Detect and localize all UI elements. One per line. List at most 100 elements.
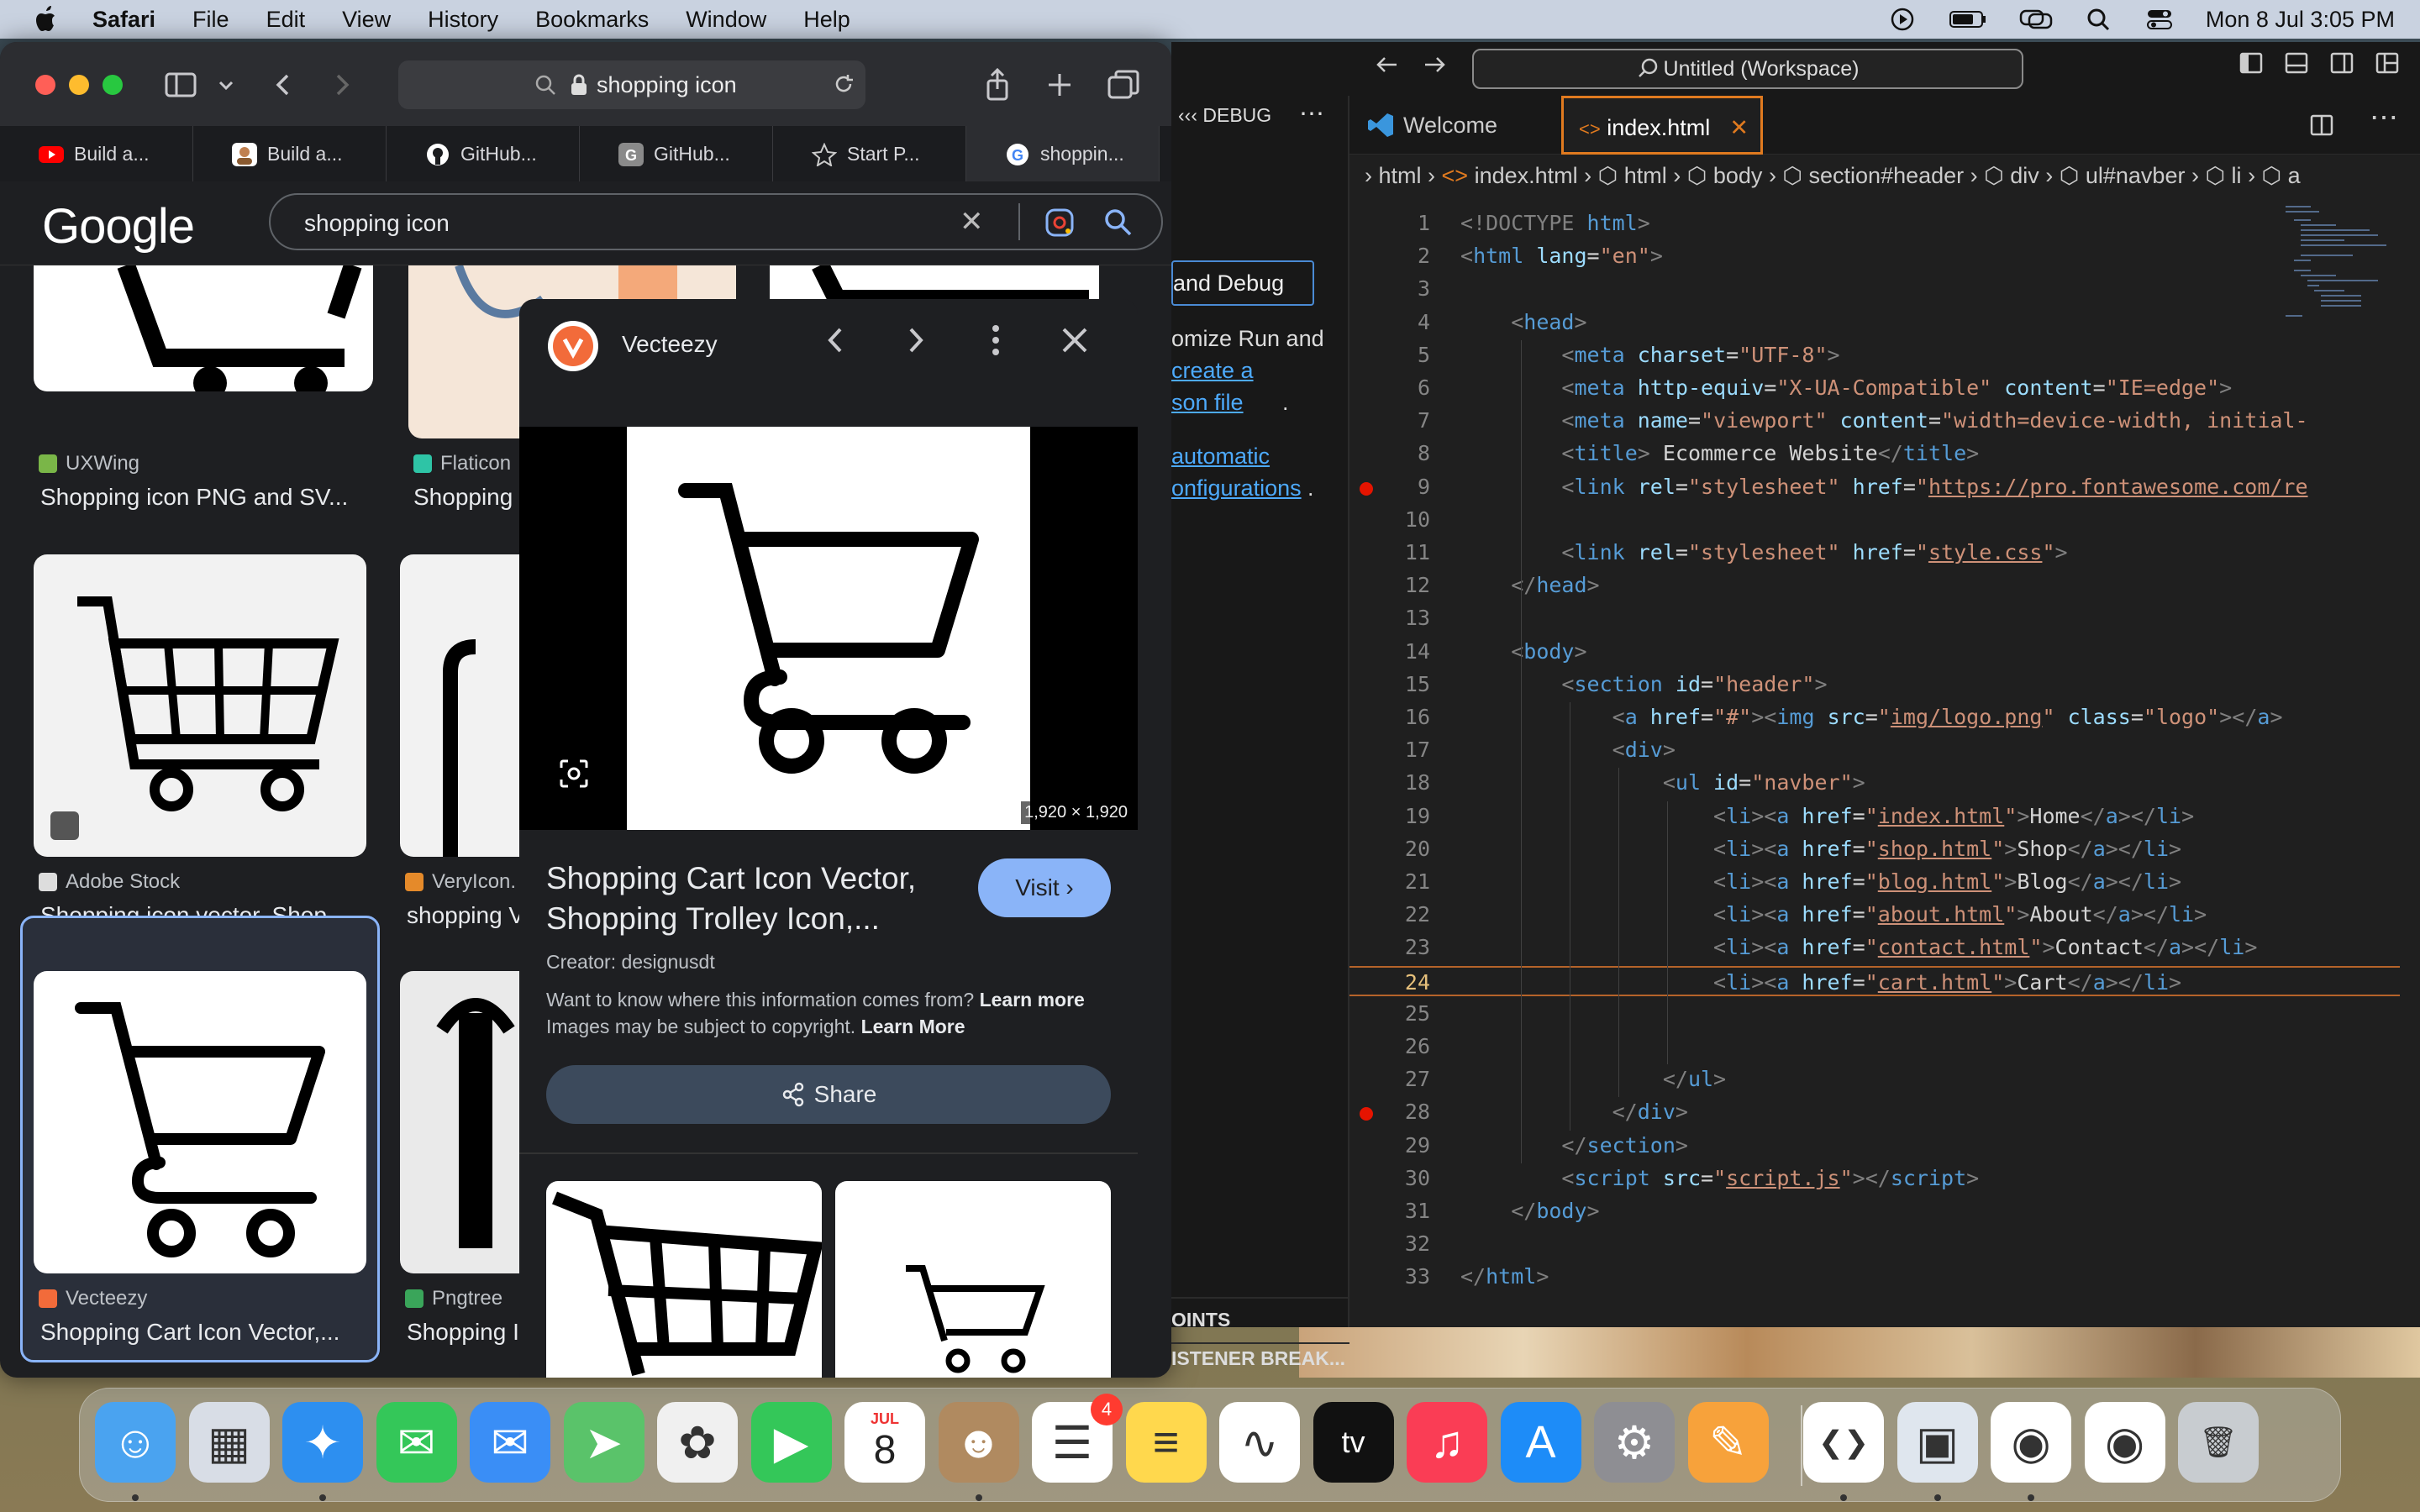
code-editor[interactable]: 1 <!DOCTYPE html> 2 <html lang="en"> 3 4 <hea… xyxy=(1349,197,2420,1327)
toggle-secondary-sidebar-icon[interactable] xyxy=(2329,50,2354,76)
tab-welcome[interactable]: Welcome xyxy=(1349,96,1558,155)
freeform-icon[interactable]: ∿ xyxy=(1219,1402,1300,1483)
result-title-pngtree[interactable]: Shopping I xyxy=(407,1319,519,1346)
forward-arrow-icon[interactable] xyxy=(323,66,361,104)
result-title-vecteezy[interactable]: Shopping Cart Icon Vector,... xyxy=(40,1319,339,1346)
google-logo[interactable]: Google xyxy=(42,198,195,255)
code-line[interactable]: 10 xyxy=(1349,505,2400,535)
sidebar-toggle-icon[interactable] xyxy=(161,66,200,104)
reload-icon[interactable] xyxy=(832,72,855,96)
visual-search-icon[interactable] xyxy=(556,756,592,791)
close-tab-icon[interactable]: ✕ xyxy=(1729,98,1749,157)
code-line[interactable]: 11 <link rel="stylesheet" href="style.cs… xyxy=(1349,538,2400,568)
play-status-icon[interactable] xyxy=(1888,8,1917,31)
tab-start-page[interactable]: Start P... xyxy=(773,126,966,181)
result-source-uxwing[interactable]: UXWing xyxy=(39,452,139,475)
code-line[interactable]: 31 </body> xyxy=(1349,1196,2400,1226)
menu-file[interactable]: File xyxy=(192,7,229,33)
code-line[interactable]: 20 <li><a href="shop.html">Shop</a></li> xyxy=(1349,834,2400,864)
breadcrumb-item[interactable]: › ⬡ section#header xyxy=(1769,163,1964,188)
tab-index-html[interactable]: <> index.html ✕ xyxy=(1561,96,1763,155)
facetime-icon[interactable]: ▶ xyxy=(750,1402,832,1483)
toggle-panel-icon[interactable] xyxy=(2284,50,2309,76)
visit-button[interactable]: Visit › xyxy=(978,858,1111,917)
learn-more-copyright-link[interactable]: Learn More xyxy=(861,1016,965,1037)
new-tab-plus-icon[interactable] xyxy=(1040,66,1079,104)
spotlight-search-icon[interactable] xyxy=(2085,8,2113,31)
code-line[interactable]: 30 <script src="script.js"></script> xyxy=(1349,1163,2400,1194)
tab-github-2[interactable]: G GitHub... xyxy=(580,126,773,181)
code-line[interactable]: 26 xyxy=(1349,1032,2400,1062)
tab-build-2[interactable]: Build a... xyxy=(193,126,387,181)
related-image-1[interactable] xyxy=(546,1181,822,1378)
result-thumb-pngtree[interactable] xyxy=(400,971,534,1273)
breadcrumb-item[interactable]: › html xyxy=(1365,163,1422,188)
code-line[interactable]: 1 <!DOCTYPE html> xyxy=(1349,208,2400,239)
result-source-vecteezy[interactable]: Vecteezy xyxy=(39,1287,147,1310)
result-source-pngtree[interactable]: Pngtree xyxy=(405,1287,502,1310)
menu-clock[interactable]: Mon 8 Jul 3:05 PM xyxy=(2206,7,2395,33)
learn-more-link[interactable]: Learn more xyxy=(980,989,1085,1011)
code-line[interactable]: 22 <li><a href="about.html">About</a></l… xyxy=(1349,900,2400,930)
breadcrumb-item[interactable]: › ⬡ ul#navber xyxy=(2045,163,2185,188)
code-line[interactable]: 25 xyxy=(1349,999,2400,1029)
code-line[interactable]: 17 <div> xyxy=(1349,735,2400,765)
code-line[interactable]: 3 xyxy=(1349,274,2400,304)
menu-history[interactable]: History xyxy=(428,7,498,33)
pages-icon[interactable]: ✎ xyxy=(1687,1402,1769,1483)
previous-image-icon[interactable] xyxy=(815,319,857,361)
code-line[interactable]: 21 <li><a href="blog.html">Blog</a></li> xyxy=(1349,867,2400,897)
code-line[interactable]: 23 <li><a href="contact.html">Contact</a… xyxy=(1349,932,2400,963)
customize-layout-icon[interactable] xyxy=(2375,50,2400,76)
control-center-icon[interactable] xyxy=(2145,8,2174,31)
share-button[interactable]: Share xyxy=(546,1065,1111,1124)
next-image-icon[interactable] xyxy=(894,319,936,361)
back-arrow-icon[interactable] xyxy=(1373,50,1402,79)
contacts-icon[interactable]: ☻ xyxy=(938,1402,1019,1483)
tab-google-shopping[interactable]: G shoppin... xyxy=(966,126,1160,181)
code-line[interactable]: 28 </div> xyxy=(1349,1097,2400,1127)
code-line[interactable]: 29 </section> xyxy=(1349,1131,2400,1161)
event-listener-breakpoints-section[interactable]: ISTENER BREAK... xyxy=(1171,1347,1345,1370)
more-options-icon[interactable] xyxy=(975,319,1017,361)
automatic-link[interactable]: automatic xyxy=(1171,444,1270,470)
code-line[interactable]: 4 <head> xyxy=(1349,307,2400,338)
clear-search-icon[interactable]: ✕ xyxy=(960,205,984,239)
code-line[interactable]: 12 </head> xyxy=(1349,570,2400,601)
code-line[interactable]: 19 <li><a href="index.html">Home</a></li… xyxy=(1349,801,2400,832)
code-line[interactable]: 15 <section id="header"> xyxy=(1349,669,2400,700)
result-title-flaticon[interactable]: Shopping xyxy=(413,484,513,511)
system-settings-icon[interactable]: ⚙ xyxy=(1594,1402,1675,1483)
minimize-window-button[interactable] xyxy=(69,75,89,95)
messages-icon[interactable]: ✉ xyxy=(376,1402,457,1483)
code-line[interactable]: 16 <a href="#"><img src="img/logo.png" c… xyxy=(1349,702,2400,732)
apple-tv-icon[interactable]: tv xyxy=(1313,1402,1394,1483)
forward-arrow-icon[interactable] xyxy=(1420,50,1449,79)
code-line[interactable]: 18 <ul id="navber"> xyxy=(1349,768,2400,798)
result-source-flaticon[interactable]: Flaticon xyxy=(413,452,511,475)
editor-more-icon[interactable]: ⋯ xyxy=(2370,101,2398,134)
menu-bookmarks[interactable]: Bookmarks xyxy=(535,7,649,33)
menu-edit[interactable]: Edit xyxy=(266,7,306,33)
code-line[interactable]: 8 <title> Ecommerce Website</title> xyxy=(1349,438,2400,469)
google-search-input[interactable]: shopping icon ✕ xyxy=(269,193,1163,250)
calendar-icon[interactable]: JUL 8 xyxy=(844,1402,925,1483)
run-and-debug-button[interactable]: and Debug xyxy=(1171,260,1314,306)
result-source-adobe-stock[interactable]: Adobe Stock xyxy=(39,870,180,894)
music-icon[interactable]: ♫ xyxy=(1407,1402,1487,1483)
breadcrumb-item[interactable]: › <> index.html xyxy=(1428,163,1578,188)
maps-icon[interactable]: ➤ xyxy=(563,1402,644,1483)
breadcrumb-item[interactable]: › ⬡ a xyxy=(2248,163,2301,188)
back-arrow-icon[interactable] xyxy=(264,66,302,104)
close-preview-icon[interactable] xyxy=(1054,319,1096,361)
code-line[interactable]: 2 <html lang="en"> xyxy=(1349,241,2400,271)
tab-github-1[interactable]: GitHub... xyxy=(387,126,580,181)
code-line[interactable]: 13 xyxy=(1349,603,2400,633)
code-line[interactable]: 33 </html> xyxy=(1349,1262,2400,1292)
preview-icon[interactable]: ▣ xyxy=(1897,1402,1978,1483)
close-window-button[interactable] xyxy=(35,75,55,95)
menu-help[interactable]: Help xyxy=(803,7,850,33)
safari-icon[interactable]: ✦ xyxy=(282,1402,363,1483)
code-line[interactable]: 9 <link rel="stylesheet" href="https://p… xyxy=(1349,472,2400,502)
preview-site-name[interactable]: Vecteezy xyxy=(622,331,718,358)
